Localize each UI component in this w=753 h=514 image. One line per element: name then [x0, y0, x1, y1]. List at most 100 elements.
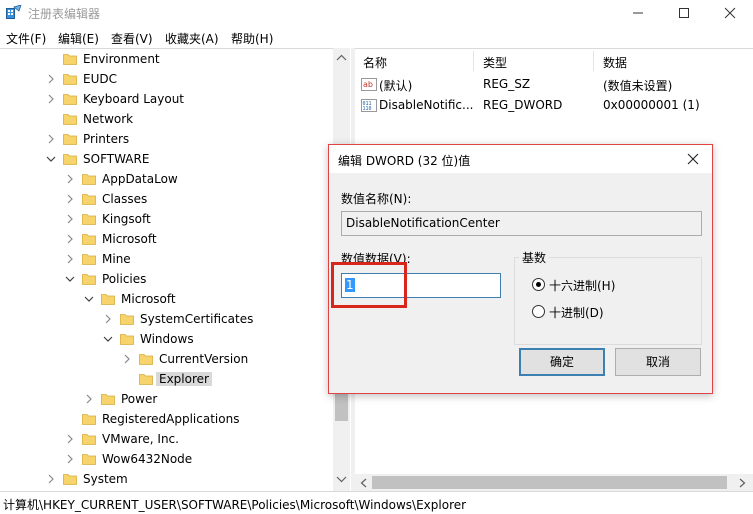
minimize-button[interactable] [615, 0, 661, 26]
column-header-type[interactable]: 类型 [483, 54, 507, 71]
tree-item-label: Windows [140, 332, 194, 346]
radio-hexadecimal[interactable]: 十六进制(H) [532, 276, 652, 294]
value-row[interactable]: ab (默认) REG_SZ (数值未设置) [355, 75, 753, 95]
value-name: (默认) [379, 79, 413, 93]
radio-hex-label: 十六进制(H) [549, 279, 616, 293]
tree-item[interactable]: Mine [0, 250, 330, 270]
menu-favorites[interactable]: 收藏夹(A) [165, 30, 219, 47]
tree-item[interactable]: CurrentVersion [0, 350, 330, 370]
value-row[interactable]: 011 110 DisableNotific... REG_DWORD 0x000… [355, 96, 753, 116]
tree-item[interactable]: AppDataLow [0, 170, 330, 190]
column-separator[interactable] [593, 51, 594, 71]
tree-item[interactable]: RegisteredApplications [0, 410, 330, 430]
list-horizontal-scrollbar[interactable] [355, 474, 753, 491]
folder-icon [82, 274, 96, 285]
folder-icon [82, 174, 96, 185]
chevron-right-icon[interactable] [65, 192, 75, 206]
folder-icon [120, 334, 134, 345]
scroll-down-arrow-icon[interactable] [336, 476, 347, 483]
tree-item[interactable]: Network [0, 110, 330, 130]
tree-item[interactable]: Policies [0, 270, 330, 290]
scroll-up-arrow-icon[interactable] [336, 54, 347, 61]
chevron-right-icon[interactable] [65, 232, 75, 246]
dword-value-icon: 011 110 [361, 97, 377, 116]
tree-item-label: RegisteredApplications [102, 412, 240, 426]
tree-item[interactable]: EUDC [0, 70, 330, 90]
close-button[interactable] [707, 0, 753, 26]
radio-dec-dot[interactable] [532, 305, 545, 318]
chevron-right-icon[interactable] [46, 472, 56, 486]
tree-item-label: Microsoft [121, 292, 176, 306]
chevron-right-icon[interactable] [46, 92, 56, 106]
scroll-left-arrow-icon[interactable] [360, 478, 367, 488]
base-groupbox [514, 257, 702, 345]
highlight-annotation-box [331, 262, 407, 308]
chevron-right-icon[interactable] [46, 132, 56, 146]
folder-icon [120, 314, 134, 325]
radio-hex-dot[interactable] [532, 278, 545, 291]
chevron-down-icon[interactable] [84, 292, 94, 306]
chevron-right-icon[interactable] [84, 392, 94, 406]
chevron-right-icon[interactable] [46, 72, 56, 86]
scroll-right-arrow-icon[interactable] [739, 478, 746, 488]
tree-item-label: Network [83, 112, 134, 126]
tree-item[interactable]: VMware, Inc. [0, 430, 330, 450]
chevron-right-icon[interactable] [103, 312, 113, 326]
menu-help[interactable]: 帮助(H) [231, 30, 273, 47]
tree-item-label: Keyboard Layout [83, 92, 185, 106]
folder-icon [101, 294, 115, 305]
chevron-down-icon[interactable] [103, 332, 113, 346]
chevron-right-icon[interactable] [65, 172, 75, 186]
tree-item-label: Explorer [156, 372, 212, 386]
folder-icon [82, 214, 96, 225]
ok-button[interactable]: 确定 [519, 348, 605, 376]
folder-icon [63, 154, 77, 165]
chevron-down-icon[interactable] [65, 272, 75, 286]
menu-bar: 文件(F) 编辑(E) 查看(V) 收藏夹(A) 帮助(H) [0, 27, 753, 47]
tree-item-label: EUDC [83, 72, 117, 86]
menu-file[interactable]: 文件(F) [6, 30, 46, 47]
svg-text:110: 110 [363, 106, 372, 112]
tree-item[interactable]: Microsoft [0, 230, 330, 250]
window-title: 注册表编辑器 [28, 7, 101, 21]
tree-item[interactable]: SystemCertificates [0, 310, 330, 330]
column-header-data[interactable]: 数据 [603, 54, 627, 71]
tree-item[interactable]: Wow6432Node [0, 450, 330, 470]
tree-item[interactable]: Keyboard Layout [0, 90, 330, 110]
dialog-title-bar[interactable]: 编辑 DWORD (32 位)值 [329, 145, 712, 173]
chevron-right-icon[interactable] [65, 452, 75, 466]
tree-item-label: Wow6432Node [102, 452, 193, 466]
tree-item[interactable]: Kingsoft [0, 210, 330, 230]
registry-key-tree[interactable]: Environment EUDC Keyboard Layout Network Pri… [0, 48, 350, 491]
menu-edit[interactable]: 编辑(E) [58, 30, 99, 47]
tree-item[interactable]: Classes [0, 190, 330, 210]
tree-item[interactable]: SOFTWARE [0, 150, 330, 170]
chevron-right-icon[interactable] [122, 352, 132, 366]
registry-editor-window: 注册表编辑器 文件(F) 编辑(E) 查看(V) 收藏夹(A) 帮助(H) En… [0, 0, 753, 514]
column-header-name[interactable]: 名称 [363, 54, 387, 71]
tree-item[interactable]: System [0, 470, 330, 490]
menu-view[interactable]: 查看(V) [111, 30, 153, 47]
tree-item-label: Printers [83, 132, 130, 146]
tree-item[interactable]: Environment [0, 50, 330, 70]
column-separator[interactable] [473, 51, 474, 71]
chevron-right-icon[interactable] [65, 252, 75, 266]
chevron-down-icon[interactable] [46, 152, 56, 166]
regedit-app-icon [6, 4, 22, 20]
value-type: REG_SZ [483, 77, 531, 91]
tree-item[interactable]: Explorer [0, 370, 330, 390]
tree-item[interactable]: Microsoft [0, 290, 330, 310]
chevron-right-icon[interactable] [65, 212, 75, 226]
tree-item[interactable]: Printers [0, 130, 330, 150]
tree-item[interactable]: Windows [0, 330, 330, 350]
dialog-title: 编辑 DWORD (32 位)值 [338, 154, 471, 168]
tree-item[interactable]: Power [0, 390, 330, 410]
dialog-close-icon[interactable] [683, 151, 703, 167]
tree-item-label: CurrentVersion [159, 352, 249, 366]
chevron-right-icon[interactable] [65, 432, 75, 446]
list-scroll-thumb[interactable] [372, 476, 727, 489]
cancel-button[interactable]: 取消 [615, 348, 701, 376]
radio-decimal[interactable]: 十进制(D) [532, 303, 652, 321]
tree-scroll-thumb[interactable] [335, 393, 348, 421]
maximize-button[interactable] [661, 0, 707, 26]
